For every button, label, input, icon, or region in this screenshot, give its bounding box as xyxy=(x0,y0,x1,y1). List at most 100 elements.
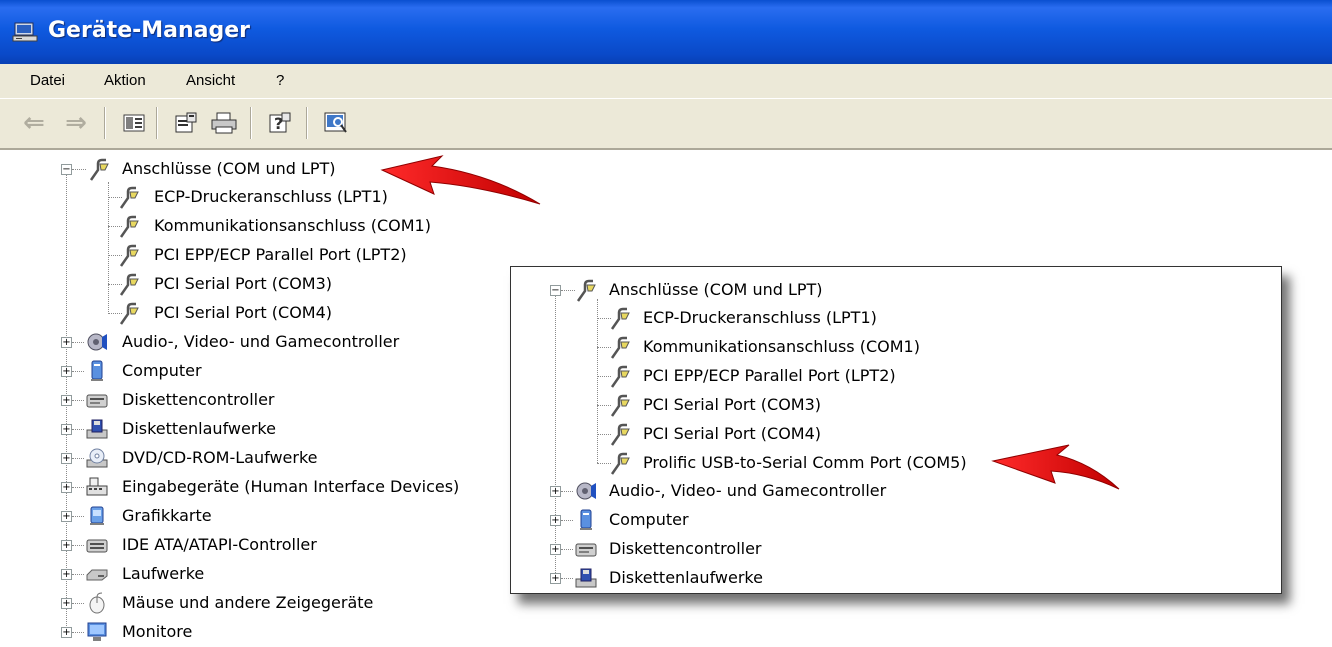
tree-item-label: Anschlüsse (COM und LPT) xyxy=(609,280,823,299)
port-device-item[interactable]: PCI EPP/ECP Parallel Port (LPT2) xyxy=(0,242,500,270)
port-icon xyxy=(609,336,631,359)
device-tree: − Anschlüsse (COM und LPT) ECP-Druckeran… xyxy=(0,152,1332,641)
expand-toggle[interactable]: + xyxy=(550,573,561,584)
menu-aktion[interactable]: Aktion xyxy=(104,72,146,89)
menu-ansicht[interactable]: Ansicht xyxy=(186,72,235,89)
back-arrow-icon[interactable]: ⇐ xyxy=(20,108,48,138)
expand-toggle[interactable]: + xyxy=(61,395,72,406)
expand-toggle[interactable]: + xyxy=(550,515,561,526)
port-device-item[interactable]: Kommunikationsanschluss (COM1) xyxy=(0,213,500,241)
toolbar-separator xyxy=(156,107,158,139)
category-item[interactable]: + Audio-, Video- und Gamecontroller xyxy=(511,478,1011,506)
tree-item-label: Prolific USB-to-Serial Comm Port (COM5) xyxy=(643,453,967,472)
tree-item-label: Monitore xyxy=(122,622,193,641)
category-item[interactable]: + Grafikkarte xyxy=(0,503,500,531)
floppy-controller-icon xyxy=(575,538,597,560)
collapse-toggle[interactable]: − xyxy=(61,164,72,175)
category-item[interactable]: + Diskettenlaufwerke xyxy=(0,416,500,444)
category-item[interactable]: + Mäuse und andere Zeigegeräte xyxy=(0,590,500,618)
tree-item-label: Kommunikationsanschluss (COM1) xyxy=(154,216,431,235)
expand-toggle[interactable]: + xyxy=(61,453,72,464)
category-item[interactable]: + Computer xyxy=(0,358,500,386)
port-icon xyxy=(118,215,140,238)
category-item[interactable]: + DVD/CD-ROM-Laufwerke xyxy=(0,445,500,473)
toolbar-separator xyxy=(250,107,252,139)
show-hide-tree-icon[interactable] xyxy=(120,109,148,137)
tree-item-label: PCI Serial Port (COM4) xyxy=(643,424,822,443)
mouse-icon xyxy=(86,592,108,614)
menu-datei[interactable]: Datei xyxy=(30,72,65,89)
collapse-toggle[interactable]: − xyxy=(550,285,561,296)
port-icon xyxy=(118,244,140,267)
tree-item-label: Anschlüsse (COM und LPT) xyxy=(122,159,336,178)
inset-tree-item-ports[interactable]: − Anschlüsse (COM und LPT) xyxy=(511,277,911,305)
port-device-item[interactable]: PCI EPP/ECP Parallel Port (LPT2) xyxy=(511,363,1011,391)
port-device-item[interactable]: Prolific USB-to-Serial Comm Port (COM5) xyxy=(511,450,1011,478)
port-icon xyxy=(118,302,140,325)
port-device-item[interactable]: PCI Serial Port (COM4) xyxy=(0,300,500,328)
port-device-item[interactable]: PCI Serial Port (COM3) xyxy=(0,271,500,299)
expand-toggle[interactable]: + xyxy=(61,569,72,580)
menu-help[interactable]: ? xyxy=(276,72,284,89)
category-item[interactable]: + Laufwerke xyxy=(0,561,500,589)
toolbar-separator xyxy=(104,107,106,139)
menu-bar: Datei Aktion Ansicht ? xyxy=(0,64,1332,98)
category-item[interactable]: + Diskettenlaufwerke xyxy=(511,565,1011,593)
annotation-arrow-icon xyxy=(380,155,541,205)
expand-toggle[interactable]: + xyxy=(550,486,561,497)
tree-connector xyxy=(72,458,84,459)
tree-item-label: Laufwerke xyxy=(122,564,205,583)
category-item[interactable]: + IDE ATA/ATAPI-Controller xyxy=(0,532,500,560)
expand-toggle[interactable]: + xyxy=(61,424,72,435)
tree-item-label: Audio-, Video- und Gamecontroller xyxy=(122,332,400,351)
ide-controller-icon xyxy=(86,534,108,556)
port-icon xyxy=(118,273,140,296)
port-icon xyxy=(609,423,631,446)
expand-toggle[interactable]: + xyxy=(61,366,72,377)
tree-item-label: Computer xyxy=(122,361,202,380)
forward-arrow-icon[interactable]: ⇒ xyxy=(62,108,90,138)
tree-connector xyxy=(72,400,84,401)
tree-item-label: Eingabegeräte (Human Interface Devices) xyxy=(122,477,460,496)
port-icon xyxy=(609,394,631,417)
audio-icon xyxy=(575,480,597,502)
category-item[interactable]: + Eingabegeräte (Human Interface Devices) xyxy=(0,474,500,502)
port-icon xyxy=(609,452,631,475)
port-device-item[interactable]: PCI Serial Port (COM3) xyxy=(511,392,1011,420)
tree-connector xyxy=(72,487,84,488)
expand-toggle[interactable]: + xyxy=(61,511,72,522)
tree-connector xyxy=(72,169,86,170)
tree-item-label: Diskettenlaufwerke xyxy=(609,568,763,587)
print-icon[interactable] xyxy=(210,109,238,137)
tree-item-label: Diskettencontroller xyxy=(122,390,275,409)
disk-drive-icon xyxy=(86,563,108,585)
expand-toggle[interactable]: + xyxy=(61,482,72,493)
tree-connector xyxy=(72,632,84,633)
help-icon[interactable]: ? xyxy=(266,109,294,137)
tree-connector xyxy=(561,491,573,492)
tree-connector xyxy=(72,429,84,430)
zoom-inset-panel: − Anschlüsse (COM und LPT) ECP-Druckeran… xyxy=(510,266,1282,594)
expand-toggle[interactable]: + xyxy=(550,544,561,555)
scan-hardware-icon[interactable] xyxy=(322,109,350,137)
expand-toggle[interactable]: + xyxy=(61,337,72,348)
category-item[interactable]: + Audio-, Video- und Gamecontroller xyxy=(0,329,500,357)
properties-icon[interactable] xyxy=(172,109,200,137)
expand-toggle[interactable]: + xyxy=(61,627,72,638)
tree-item-label: Computer xyxy=(609,510,689,529)
tree-item-ports[interactable]: − Anschlüsse (COM und LPT) xyxy=(0,156,420,184)
tree-item-label: Mäuse und andere Zeigegeräte xyxy=(122,593,374,612)
category-item[interactable]: + Diskettencontroller xyxy=(511,536,1011,564)
expand-toggle[interactable]: + xyxy=(61,540,72,551)
port-device-item[interactable]: PCI Serial Port (COM4) xyxy=(511,421,1011,449)
computer-manager-icon xyxy=(12,22,38,42)
category-item[interactable]: + Diskettencontroller xyxy=(0,387,500,415)
tree-item-label: PCI Serial Port (COM3) xyxy=(154,274,333,293)
port-device-item[interactable]: ECP-Druckeranschluss (LPT1) xyxy=(511,305,1011,333)
expand-toggle[interactable]: + xyxy=(61,598,72,609)
port-device-item[interactable]: Kommunikationsanschluss (COM1) xyxy=(511,334,1011,362)
category-item[interactable]: + Monitore xyxy=(0,619,500,647)
tree-item-label: Diskettencontroller xyxy=(609,539,762,558)
tree-connector xyxy=(72,603,84,604)
category-item[interactable]: + Computer xyxy=(511,507,1011,535)
